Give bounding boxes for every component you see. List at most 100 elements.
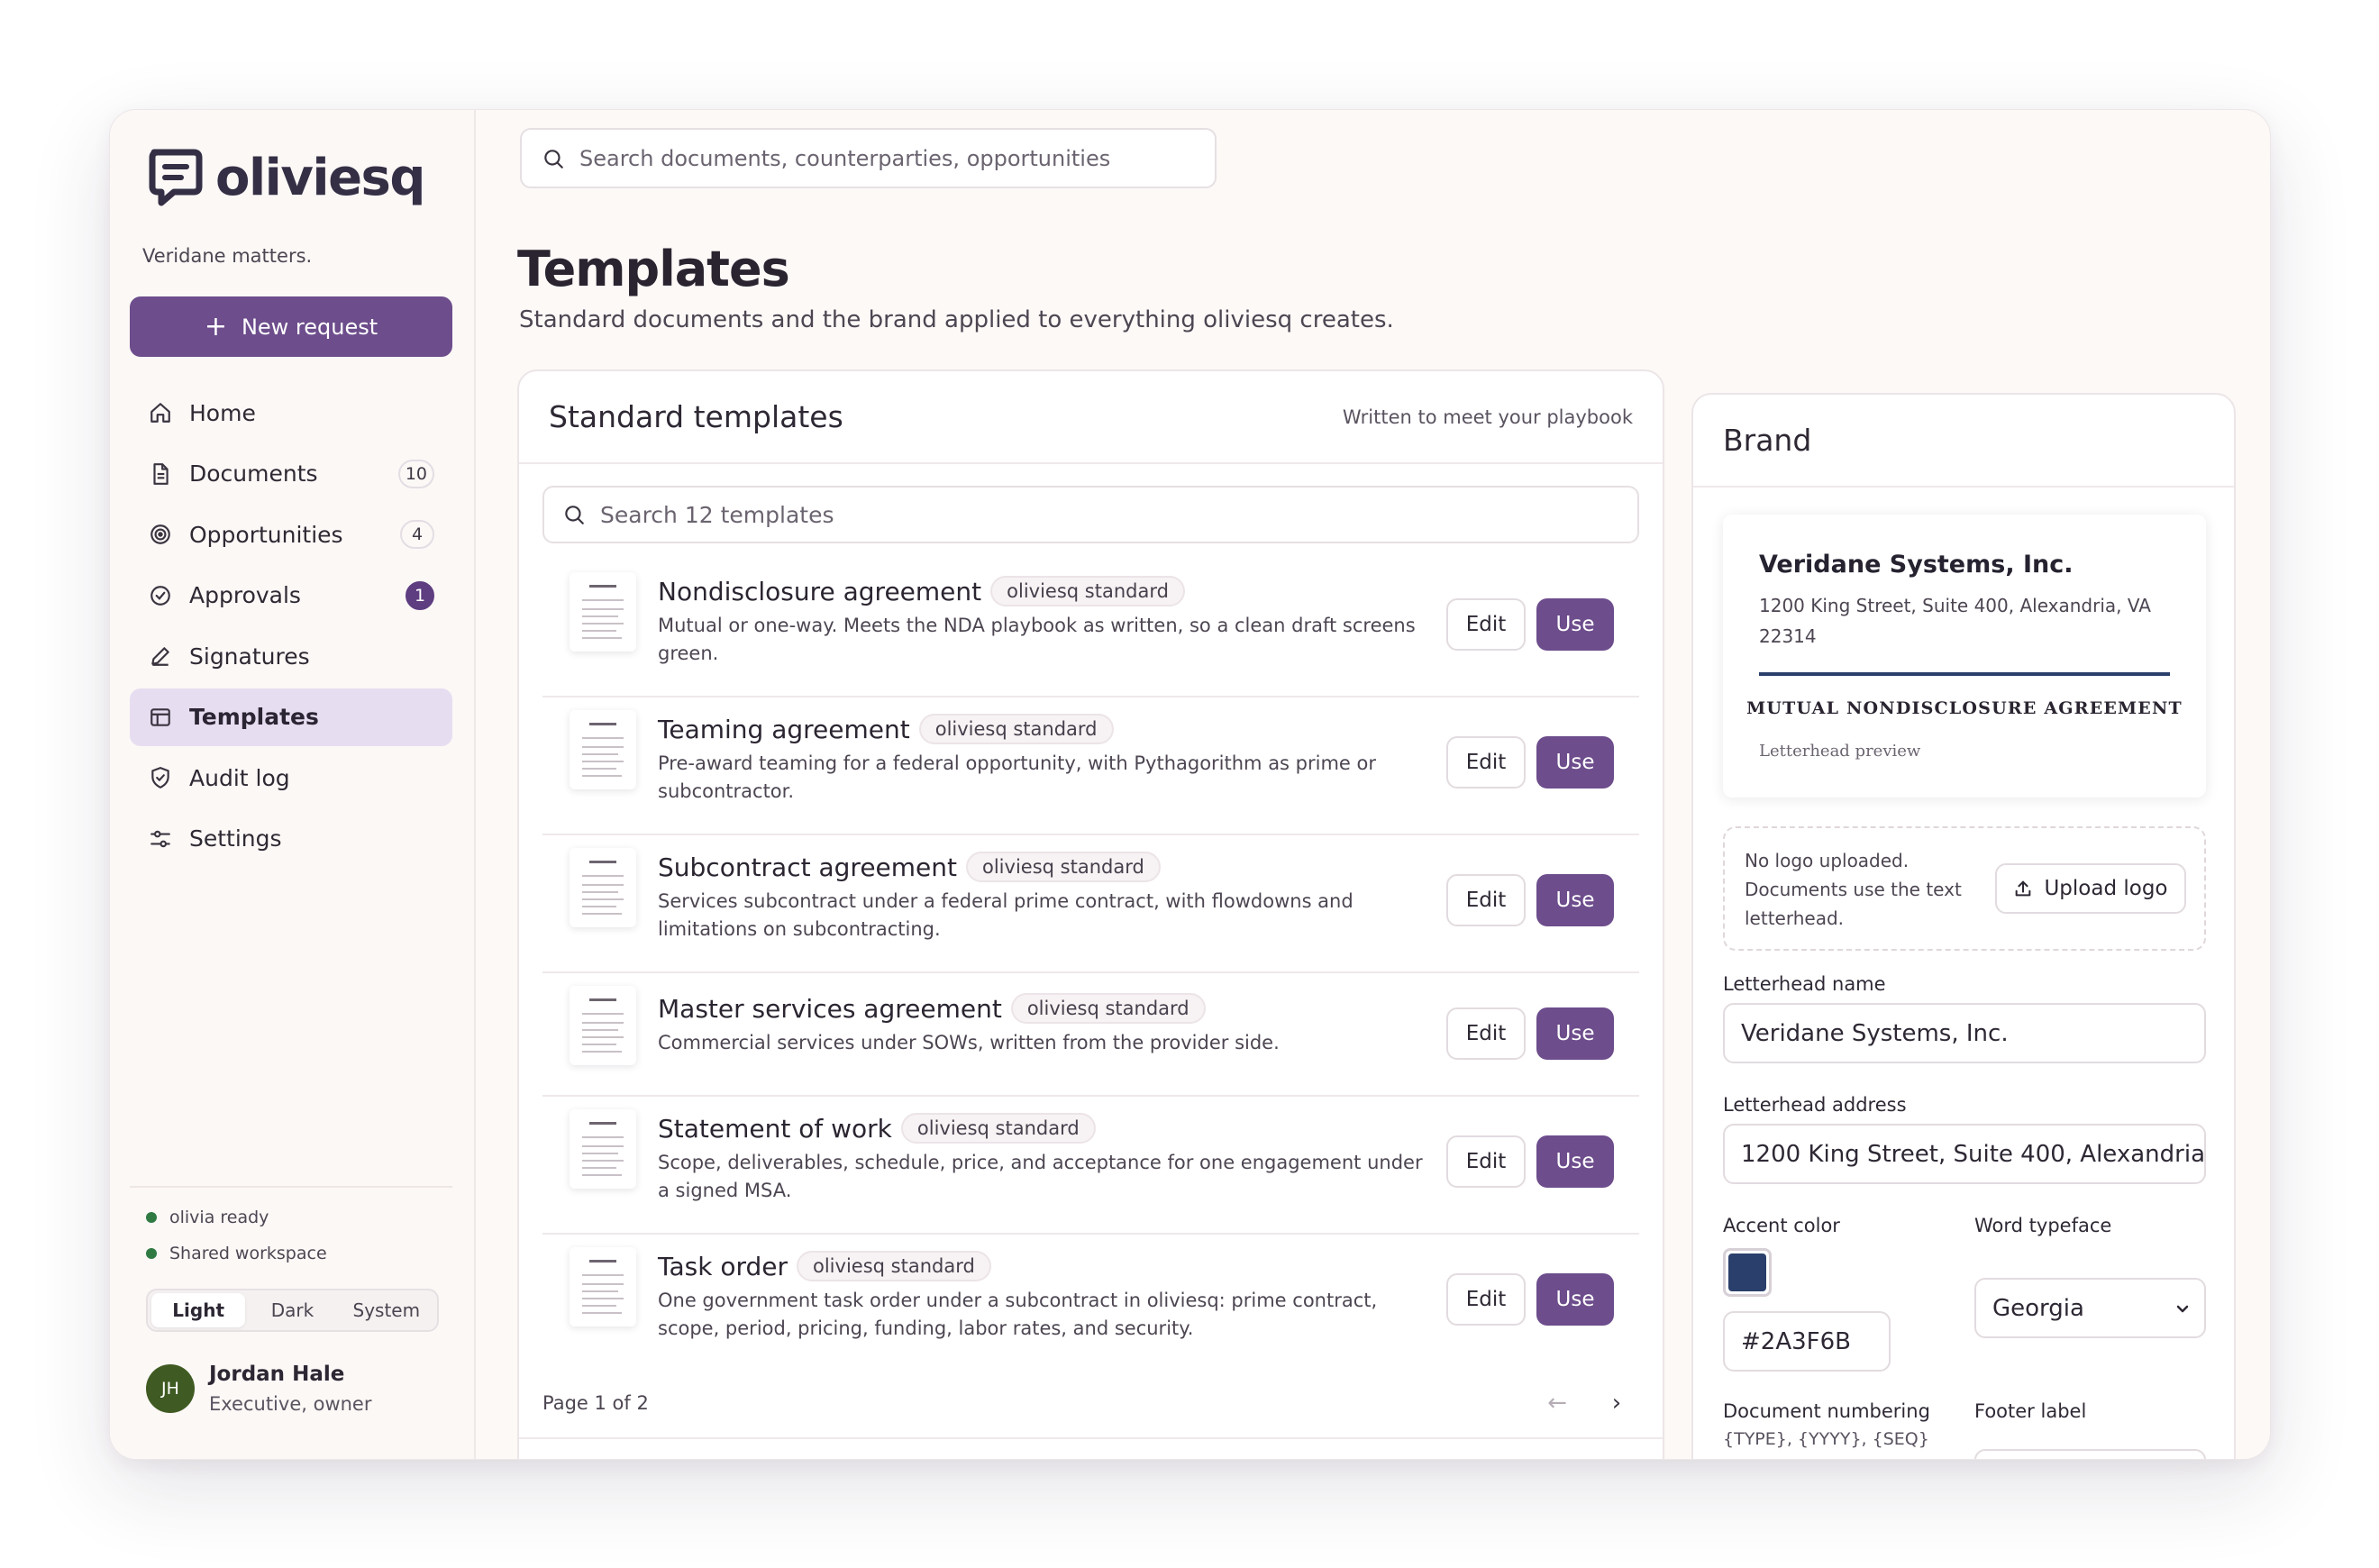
upload-icon — [2016, 880, 2031, 897]
template-search-input[interactable]: Search 12 templates — [542, 486, 1639, 543]
sidebar-item-settings[interactable]: Settings — [130, 810, 452, 868]
count-badge: 1 — [406, 580, 434, 610]
status-dot — [146, 1248, 157, 1259]
layout-icon — [148, 705, 173, 730]
plus-icon: + — [204, 310, 227, 342]
count-badge: 10 — [397, 459, 434, 488]
sidebar-item-label: Home — [189, 399, 256, 426]
template-name: Master services agreement — [658, 993, 1002, 1024]
use-template-button[interactable]: Use — [1536, 598, 1614, 651]
previous-page-icon[interactable]: ← — [1535, 1381, 1580, 1426]
edit-template-button[interactable]: Edit — [1446, 736, 1526, 789]
edit-template-button[interactable]: Edit — [1446, 598, 1526, 651]
new-request-button[interactable]: + New request — [130, 296, 452, 357]
edit-template-button[interactable]: Edit — [1446, 1007, 1526, 1060]
pagination: Page 1 of 2 ← › — [542, 1381, 1639, 1426]
target-icon — [148, 522, 173, 547]
workspace-status: Shared workspace — [146, 1244, 327, 1263]
accent-color-input[interactable]: #2A3F6B — [1723, 1311, 1891, 1372]
logo-icon — [149, 149, 203, 206]
theme-dark[interactable]: Dark — [245, 1293, 339, 1327]
theme-light[interactable]: Light — [151, 1293, 246, 1327]
use-template-button[interactable]: Use — [1536, 1135, 1614, 1188]
theme-toggle: Light Dark System — [146, 1289, 439, 1332]
chevron-down-icon — [2176, 1305, 2189, 1313]
template-name: Teaming agreement — [658, 714, 910, 744]
word-typeface-select[interactable]: Georgia — [1974, 1278, 2206, 1338]
template-description: Mutual or one-way. Meets the NDA playboo… — [658, 615, 1416, 664]
edit-template-button[interactable]: Edit — [1446, 1135, 1526, 1188]
footer-label-input[interactable] — [1974, 1449, 2206, 1459]
count-badge: 4 — [400, 520, 434, 549]
app-name: oliviesq — [215, 148, 425, 207]
letterhead-address-input[interactable]: 1200 King Street, Suite 400, Alexandria,… — [1723, 1124, 2206, 1184]
sliders-icon — [148, 826, 173, 852]
sidebar-divider — [130, 1186, 452, 1188]
template-row[interactable]: Task order oliviesq standard One governmen… — [542, 1235, 1639, 1372]
template-row[interactable]: Subcontract agreement oliviesq standard Se… — [542, 835, 1639, 973]
template-search-placeholder: Search 12 templates — [600, 501, 834, 528]
sidebar-item-audit-log[interactable]: Audit log — [130, 749, 452, 807]
preview-heading: MUTUAL NONDISCLOSURE AGREEMENT — [1746, 698, 2183, 718]
template-description: Services subcontract under a federal pri… — [658, 890, 1354, 940]
sidebar-item-label: Templates — [189, 704, 319, 730]
template-name: Nondisclosure agreement — [658, 576, 982, 606]
use-template-button[interactable]: Use — [1536, 736, 1614, 789]
document-thumbnail-icon — [570, 1247, 636, 1326]
sidebar-item-opportunities[interactable]: Opportunities 4 — [130, 506, 452, 563]
use-template-button[interactable]: Use — [1536, 874, 1614, 926]
letterhead-preview: Veridane Systems, Inc. 1200 King Street,… — [1723, 515, 2206, 798]
brand-card: Brand Veridane Systems, Inc. 1200 King S… — [1691, 393, 2236, 1459]
check-circle-icon — [148, 583, 173, 608]
template-row[interactable]: Nondisclosure agreement oliviesq standard… — [542, 560, 1639, 697]
template-description: Commercial services under SOWs, written … — [658, 1032, 1280, 1053]
upload-logo-button[interactable]: Upload logo — [1995, 863, 2186, 914]
sidebar-item-approvals[interactable]: Approvals 1 — [130, 567, 452, 624]
use-template-button[interactable]: Use — [1536, 1007, 1614, 1060]
next-page-icon[interactable]: › — [1594, 1381, 1639, 1426]
logo[interactable]: oliviesq — [147, 147, 425, 208]
use-template-button[interactable]: Use — [1536, 1273, 1614, 1326]
sidebar-item-documents[interactable]: Documents 10 — [130, 445, 452, 503]
preview-accent-rule — [1759, 672, 2170, 676]
logo-note: No logo uploaded. Documents use the text… — [1745, 850, 1962, 929]
letterhead-name-label: Letterhead name — [1723, 973, 1886, 995]
edit-template-button[interactable]: Edit — [1446, 1273, 1526, 1326]
card-title: Standard templates — [549, 399, 843, 434]
template-row[interactable]: Statement of work oliviesq standard Scope,… — [542, 1097, 1639, 1235]
sidebar: oliviesq Veridane matters. + New request… — [110, 110, 476, 1459]
new-request-label: New request — [241, 314, 378, 340]
sidebar-item-label: Documents — [189, 460, 318, 487]
global-search-input[interactable]: Search documents, counterparties, opport… — [520, 128, 1217, 188]
edit-template-button[interactable]: Edit — [1446, 874, 1526, 926]
card-note: Written to meet your playbook — [1342, 406, 1633, 428]
template-row[interactable]: Master services agreement oliviesq standa… — [542, 973, 1639, 1097]
user-profile[interactable]: JH Jordan Hale Executive, owner — [146, 1363, 371, 1415]
shield-icon — [148, 765, 173, 790]
logo-upload-area: No logo uploaded. Documents use the text… — [1723, 826, 2206, 951]
sidebar-item-templates[interactable]: Templates — [130, 688, 452, 746]
word-typeface-label: Word typeface — [1974, 1215, 2112, 1236]
sidebar-item-signatures[interactable]: Signatures — [130, 627, 452, 685]
document-numbering-label: Document numbering — [1723, 1400, 1930, 1422]
theme-system[interactable]: System — [340, 1293, 433, 1327]
letterhead-name-input[interactable]: Veridane Systems, Inc. — [1723, 1003, 2206, 1063]
brand-title: Brand — [1693, 395, 2234, 488]
document-thumbnail-icon — [570, 848, 636, 927]
search-icon — [565, 506, 584, 524]
status-dot — [146, 1212, 157, 1223]
pagination-text: Page 1 of 2 — [542, 1392, 649, 1414]
accent-color-swatch[interactable] — [1723, 1248, 1772, 1297]
letterhead-address-label: Letterhead address — [1723, 1094, 1907, 1116]
avatar: JH — [146, 1364, 195, 1413]
document-numbering-hint: {TYPE}, {YYYY}, {SEQ} — [1723, 1429, 1929, 1449]
template-description: One government task order under a subcon… — [658, 1290, 1378, 1339]
sidebar-item-home[interactable]: Home — [130, 384, 452, 442]
template-name: Statement of work — [658, 1113, 892, 1144]
sidebar-item-label: Signatures — [189, 643, 310, 670]
template-description: Pre-award teaming for a federal opportun… — [658, 752, 1377, 802]
preview-note: Letterhead preview — [1759, 742, 1921, 761]
page-title: Templates — [517, 241, 790, 297]
template-row[interactable]: Teaming agreement oliviesq standard Pre-aw… — [542, 697, 1639, 835]
template-list: Nondisclosure agreement oliviesq standard… — [542, 560, 1639, 1372]
